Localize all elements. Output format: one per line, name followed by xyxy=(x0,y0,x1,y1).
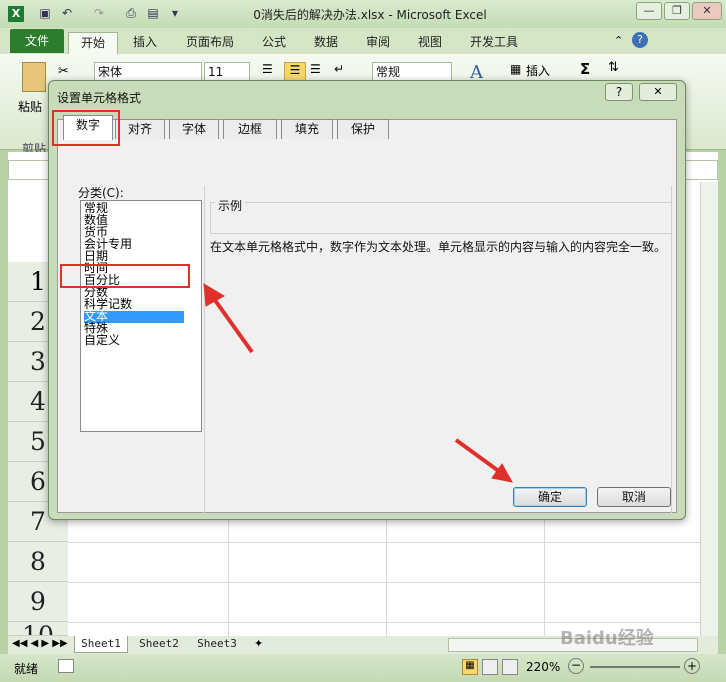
arrow-to-ok-button xyxy=(454,438,513,483)
arrow-to-text-category xyxy=(203,283,254,354)
annotation-arrows xyxy=(203,283,513,483)
tab-number[interactable]: 数字 xyxy=(63,115,113,140)
